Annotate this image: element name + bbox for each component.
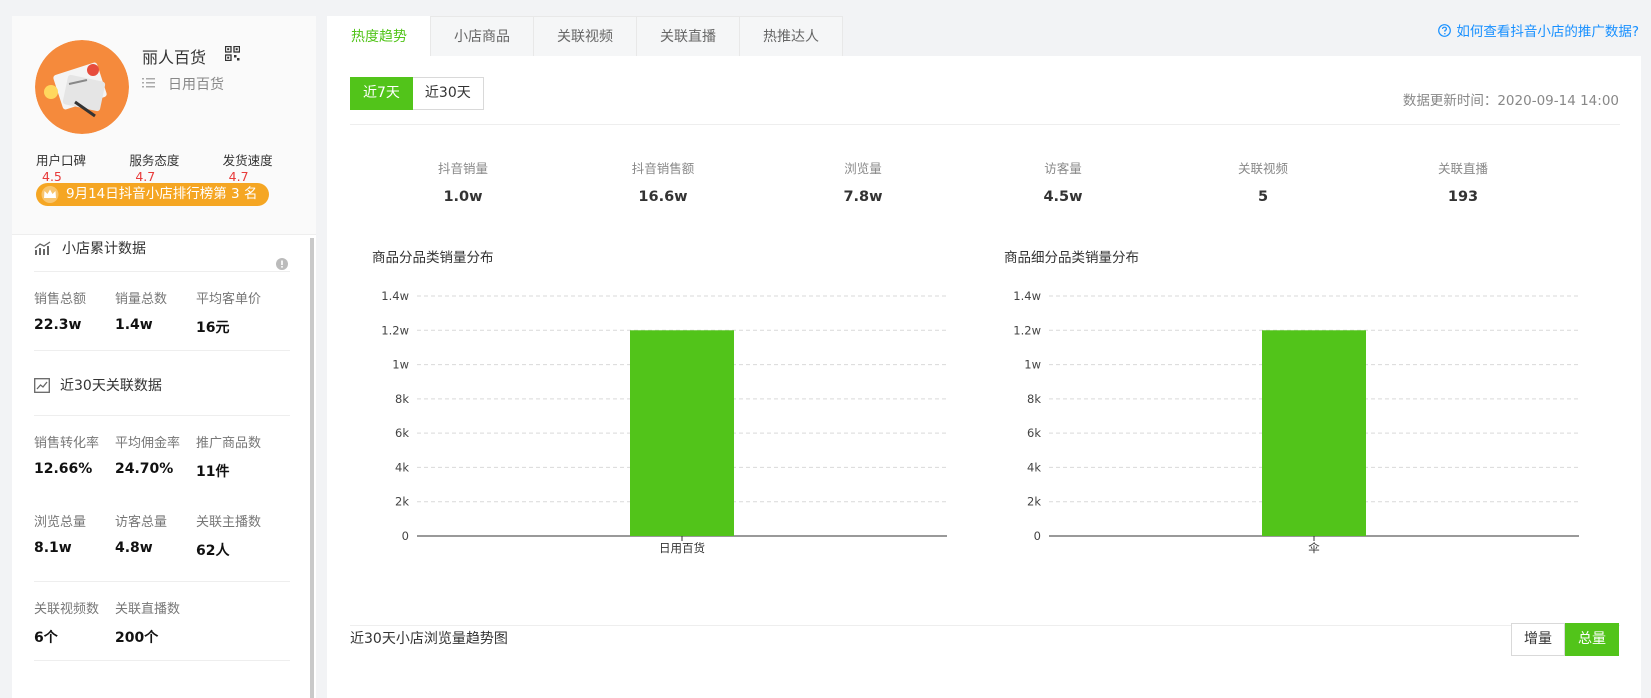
qr-code-icon[interactable] [225, 46, 240, 61]
trend-panel: 近7天 近30天 数据更新时间：2020-09-14 14:00 抖音销量 1.0… [327, 56, 1641, 698]
stat-linked-anchors: 关联主播数 62人 [196, 515, 262, 559]
range-toggle: 近7天 近30天 [350, 77, 484, 110]
divider [350, 625, 1620, 626]
x-tick-label: 日用百货 [659, 541, 705, 555]
total-button[interactable]: 总量 [1565, 623, 1619, 656]
increment-button[interactable]: 增量 [1511, 623, 1565, 656]
rating-item: 发货速度4.7 [222, 153, 273, 184]
sidebar-scrollbar[interactable] [310, 238, 314, 698]
divider [34, 271, 290, 272]
metric-douyin-sales: 抖音销售额 16.6w [631, 161, 695, 205]
metric-visitors: 访客量 4.5w [1043, 161, 1083, 205]
stat-views-total: 浏览总量 8.1w [34, 515, 87, 556]
category-sales-chart: 0 2k 4k 6k 8k 1w 1.2w 1.4w 日用百货 [381, 289, 947, 555]
help-link[interactable]: 如何查看抖音小店的推广数据? [1438, 20, 1639, 40]
metric-linked-lives: 关联直播 193 [1437, 161, 1488, 205]
y-tick-label: 0 [1034, 529, 1041, 543]
divider [34, 581, 290, 582]
y-tick-label: 8k [1027, 392, 1041, 406]
bar [630, 330, 734, 536]
y-tick-label: 6k [1027, 426, 1041, 440]
shop-avatar[interactable] [35, 40, 129, 134]
y-tick-label: 1w [1024, 358, 1041, 372]
y-tick-label: 2k [1027, 495, 1041, 509]
stat-sales-total: 销售总额 22.3w [34, 292, 87, 333]
range-30d-button[interactable]: 近30天 [412, 77, 484, 110]
main-tabs: 热度趋势 小店商品 关联视频 关联直播 热推达人 [327, 16, 843, 56]
cumulative-section-header: 小店累计数据 [34, 238, 146, 258]
metric-views: 浏览量 7.8w [843, 161, 883, 205]
subcategory-sales-chart: 0 2k 4k 6k 8k 1w 1.2w 1.4w 伞 [1013, 289, 1579, 555]
shop-card: 丽人百货 日用百货 用户口碑4.5 服务态度4.7 发货速度4.7 9月14日抖… [12, 16, 316, 235]
y-tick-label: 1.2w [1013, 323, 1041, 337]
trend-title: 近30天小店浏览量趋势图 [350, 631, 508, 647]
shop-sidebar: 丽人百货 日用百货 用户口碑4.5 服务态度4.7 发货速度4.7 9月14日抖… [12, 16, 316, 698]
bar [1262, 330, 1366, 536]
stat-linked-videos: 关联视频数 6个 [34, 602, 100, 646]
metric-linked-videos: 关联视频 5 [1237, 161, 1288, 205]
y-tick-label: 4k [395, 460, 409, 474]
shop-name: 丽人百货 [142, 48, 207, 67]
divider [350, 124, 1620, 125]
recent30-section-header: 近30天关联数据 [34, 375, 162, 395]
tab-linked-lives[interactable]: 关联直播 [636, 16, 740, 56]
tab-linked-videos[interactable]: 关联视频 [533, 16, 637, 56]
crown-icon [41, 186, 59, 203]
chart-title: 商品分品类销量分布 [372, 250, 494, 266]
y-tick-label: 2k [395, 495, 409, 509]
tab-heat-trend[interactable]: 热度趋势 [327, 16, 431, 56]
y-tick-label: 8k [395, 392, 409, 406]
y-tick-label: 0 [402, 529, 409, 543]
divider [34, 350, 290, 351]
question-icon [1438, 23, 1452, 37]
info-icon[interactable] [276, 258, 288, 270]
y-tick-label: 6k [395, 426, 409, 440]
shop-ratings: 用户口碑4.5 服务态度4.7 发货速度4.7 [36, 150, 316, 184]
range-7d-button[interactable]: 近7天 [350, 77, 413, 110]
tab-hot-influencers[interactable]: 热推达人 [739, 16, 843, 56]
shop-category: 日用百货 [168, 77, 224, 93]
metric-douyin-volume: 抖音销量 1.0w [437, 161, 488, 205]
y-tick-label: 1w [392, 358, 409, 372]
stat-commission-rate: 平均佣金率 24.70% [115, 436, 181, 477]
y-tick-label: 4k [1027, 460, 1041, 474]
y-tick-label: 1.4w [1013, 289, 1041, 303]
tab-shop-products[interactable]: 小店商品 [430, 16, 534, 56]
chart-title: 商品细分品类销量分布 [1004, 250, 1139, 266]
update-time: 数据更新时间：2020-09-14 14:00 [1402, 93, 1619, 109]
y-tick-label: 1.4w [381, 289, 409, 303]
list-icon [142, 78, 155, 88]
bar-trend-icon [34, 241, 51, 255]
stat-volume-total: 销量总数 1.4w [115, 292, 168, 333]
trend-mode-toggle: 增量 总量 [1511, 623, 1619, 656]
stat-conversion-rate: 销售转化率 12.66% [34, 436, 100, 477]
rank-badge[interactable]: 9月14日抖音小店排行榜第 3 名 [36, 183, 270, 206]
divider [34, 660, 290, 661]
stat-promoted-items: 推广商品数 11件 [196, 436, 262, 480]
stat-visitors-total: 访客总量 4.8w [115, 515, 168, 556]
rating-item: 服务态度4.7 [129, 153, 180, 184]
y-tick-label: 1.2w [381, 323, 409, 337]
stat-avg-price: 平均客单价 16元 [196, 292, 262, 336]
divider [34, 415, 290, 416]
line-chart-icon [34, 377, 50, 393]
stat-linked-lives: 关联直播数 200个 [115, 602, 181, 646]
rating-item: 用户口碑4.5 [36, 153, 87, 184]
x-tick-label: 伞 [1308, 541, 1320, 555]
